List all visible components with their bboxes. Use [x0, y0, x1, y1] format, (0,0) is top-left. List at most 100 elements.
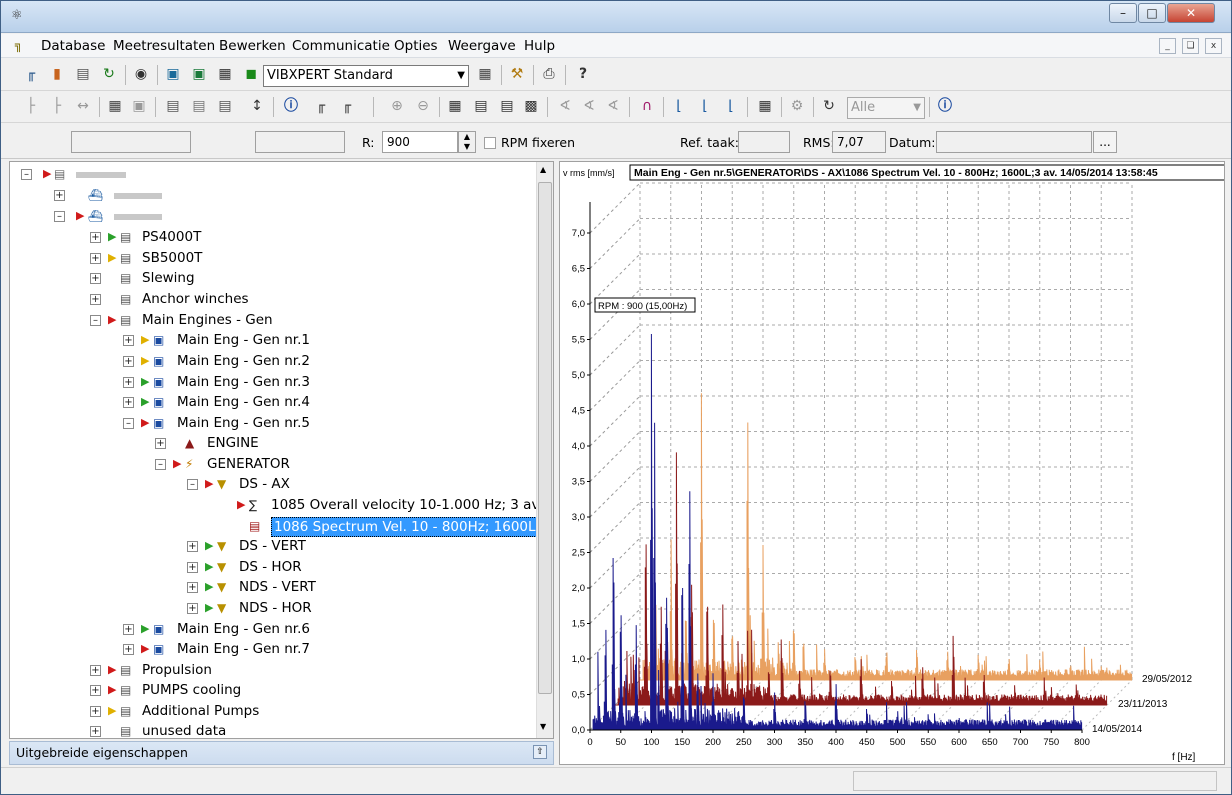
tree-node[interactable]: + ▶ ▣ Main Eng - Gen nr.3: [10, 372, 535, 392]
tree-node[interactable]: + ▶ ▤ Additional Pumps: [10, 701, 535, 721]
device-receive-icon[interactable]: ▣: [189, 64, 209, 84]
cursor-harmonic-icon[interactable]: ⌊: [695, 96, 715, 116]
tree-node[interactable]: + ▶ ▤ Propulsion: [10, 660, 535, 680]
document-icon[interactable]: ▤: [497, 96, 517, 116]
calculator-icon[interactable]: ▦: [215, 64, 235, 84]
wrench-icon[interactable]: ⚒: [507, 64, 527, 84]
tree-node[interactable]: + ▶ ▼ NDS - VERT: [10, 577, 535, 597]
hierarchy-alt-icon[interactable]: ╓: [337, 96, 357, 116]
cursor-single-icon[interactable]: ⌊: [669, 96, 689, 116]
cursor-icon[interactable]: ↕: [247, 96, 267, 116]
tree-expander-icon[interactable]: +: [90, 253, 101, 264]
device-send-icon[interactable]: ▣: [163, 64, 183, 84]
r-input[interactable]: 900: [382, 131, 458, 153]
tree-node[interactable]: – ▶ ▼ DS - AX: [10, 474, 535, 494]
tree-expander-icon[interactable]: +: [187, 603, 198, 614]
datum-picker-button[interactable]: ...: [1093, 131, 1117, 153]
tree-expander-icon[interactable]: +: [90, 232, 101, 243]
tree-expander-icon[interactable]: –: [90, 315, 101, 326]
grid-icon[interactable]: ▦: [445, 96, 465, 116]
report-icon[interactable]: ▤: [73, 64, 93, 84]
tree-expander-icon[interactable]: +: [90, 273, 101, 284]
tree-view-icon[interactable]: ╓: [21, 64, 41, 84]
filter-select[interactable]: Alle ▼: [847, 97, 925, 119]
menu-opties[interactable]: Opties: [394, 38, 438, 54]
tree-expander-icon[interactable]: +: [123, 377, 134, 388]
mdi-close-button[interactable]: x: [1205, 38, 1222, 54]
harmonics-icon[interactable]: ∢: [603, 96, 623, 116]
rpm-fix-checkbox[interactable]: [484, 137, 496, 149]
tree-ship-1[interactable]: + ⛴: [10, 185, 530, 205]
help-icon[interactable]: ?: [573, 64, 593, 84]
tree-node[interactable]: – ▶ ▣ Main Eng - Gen nr.5: [10, 413, 535, 433]
tree-node[interactable]: + ▶ ▼ DS - HOR: [10, 557, 535, 577]
window-icon[interactable]: ▣: [129, 96, 149, 116]
tree-node[interactable]: ▶ ∑ 1085 Overall velocity 10-1.000 Hz; 3 a…: [10, 495, 543, 515]
tree-expander-icon[interactable]: +: [123, 397, 134, 408]
tree-node[interactable]: + ▶ ▼ DS - VERT: [10, 536, 535, 556]
tree-expander-icon[interactable]: +: [90, 706, 101, 717]
tree-expander-icon[interactable]: +: [123, 644, 134, 655]
band-table-icon[interactable]: ▦: [755, 96, 775, 116]
tree-expander-icon[interactable]: –: [187, 479, 198, 490]
close-button[interactable]: ✕: [1167, 3, 1215, 23]
info-icon[interactable]: ⓘ: [281, 96, 301, 116]
menu-meetresultaten[interactable]: Meetresultaten: [113, 38, 215, 54]
trend-alt-icon[interactable]: ∢: [579, 96, 599, 116]
tree-scrollbar-thumb[interactable]: [538, 182, 552, 694]
mdi-minimize-button[interactable]: _: [1159, 38, 1176, 54]
tree-node[interactable]: + ▶ ▣ Main Eng - Gen nr.7: [10, 639, 535, 659]
hierarchy-icon[interactable]: ╓: [311, 96, 331, 116]
tree-ship-2[interactable]: – ▶ ⛴: [10, 206, 530, 226]
menu-hulp[interactable]: Hulp: [524, 38, 555, 54]
tree-expander-icon[interactable]: +: [187, 582, 198, 593]
info-alt-icon[interactable]: ⓘ: [935, 96, 955, 116]
settings-icon[interactable]: ⚙: [787, 96, 807, 116]
bar-chart-icon[interactable]: ▮: [47, 64, 67, 84]
r-spinner[interactable]: ▲ ▼: [458, 131, 476, 153]
collapse-tree-icon[interactable]: ├: [47, 96, 67, 116]
camera-icon[interactable]: ◉: [131, 64, 151, 84]
tree-node[interactable]: + ▤ Anchor winches: [10, 289, 535, 309]
tree-expander-icon[interactable]: +: [187, 541, 198, 552]
list-icon[interactable]: ▤: [471, 96, 491, 116]
tree-expander-icon[interactable]: +: [187, 562, 198, 573]
tree-node[interactable]: + ▶ ▤ PUMPS cooling: [10, 680, 535, 700]
tree-expander-icon[interactable]: +: [90, 294, 101, 305]
tree-expander-icon[interactable]: +: [123, 335, 134, 346]
tree-node[interactable]: – ▶ ⚡ GENERATOR: [10, 454, 535, 474]
tree-expander-icon[interactable]: +: [123, 624, 134, 635]
tree-node[interactable]: + ▶ ▼ NDS - HOR: [10, 598, 535, 618]
zoom-in-icon[interactable]: ⊕: [387, 96, 407, 116]
tree-node[interactable]: + ▶ ▤ SB5000T: [10, 248, 535, 268]
tree-scrollbar[interactable]: ▲ ▼: [536, 162, 553, 738]
extended-properties-bar[interactable]: Uitgebreide eigenschappen ⇧: [9, 741, 554, 765]
expand-tree-icon[interactable]: ├: [21, 96, 41, 116]
tree-expander-icon[interactable]: –: [123, 418, 134, 429]
menu-database[interactable]: Database: [41, 38, 105, 54]
menu-weergave[interactable]: Weergave: [448, 38, 516, 54]
tree-expander-icon[interactable]: +: [90, 726, 101, 737]
waterfall-icon[interactable]: ▤: [189, 96, 209, 116]
tree-expander-icon[interactable]: +: [123, 356, 134, 367]
tree-node[interactable]: + ▤ unused data: [10, 721, 535, 738]
maximize-button[interactable]: □: [1138, 3, 1166, 23]
table-icon[interactable]: ▦: [105, 96, 125, 116]
tree-node[interactable]: + ▶ ▣ Main Eng - Gen nr.2: [10, 351, 535, 371]
tree-node[interactable]: ▤ 1086 Spectrum Vel. 10 - 800Hz; 1600L;3 …: [10, 516, 553, 537]
tree-node[interactable]: + ▶ ▣ Main Eng - Gen nr.1: [10, 330, 535, 350]
mdi-restore-button[interactable]: ❏: [1182, 38, 1199, 54]
settings-panel-icon[interactable]: ▦: [475, 64, 495, 84]
sync-icon[interactable]: ↻: [99, 64, 119, 84]
tree-root[interactable]: – ▶ ▤: [10, 164, 530, 184]
tree-chart-icon[interactable]: ▤: [215, 96, 235, 116]
tree-expander-icon[interactable]: +: [155, 438, 166, 449]
zoom-out-icon[interactable]: ⊖: [413, 96, 433, 116]
swap-icon[interactable]: ↔: [73, 96, 93, 116]
tree-expander-icon[interactable]: +: [90, 665, 101, 676]
tree-node[interactable]: + ▶ ▣ Main Eng - Gen nr.4: [10, 392, 535, 412]
spectrum-waterfall-chart[interactable]: 29/05/2012 23/11/2013 14/05/2014 0,0 0,5 1,0…: [560, 162, 1225, 765]
tree-expander-icon[interactable]: –: [155, 459, 166, 470]
cursor-band-icon[interactable]: ⌊: [721, 96, 741, 116]
tree-node[interactable]: – ▶ ▤ Main Engines - Gen: [10, 310, 535, 330]
